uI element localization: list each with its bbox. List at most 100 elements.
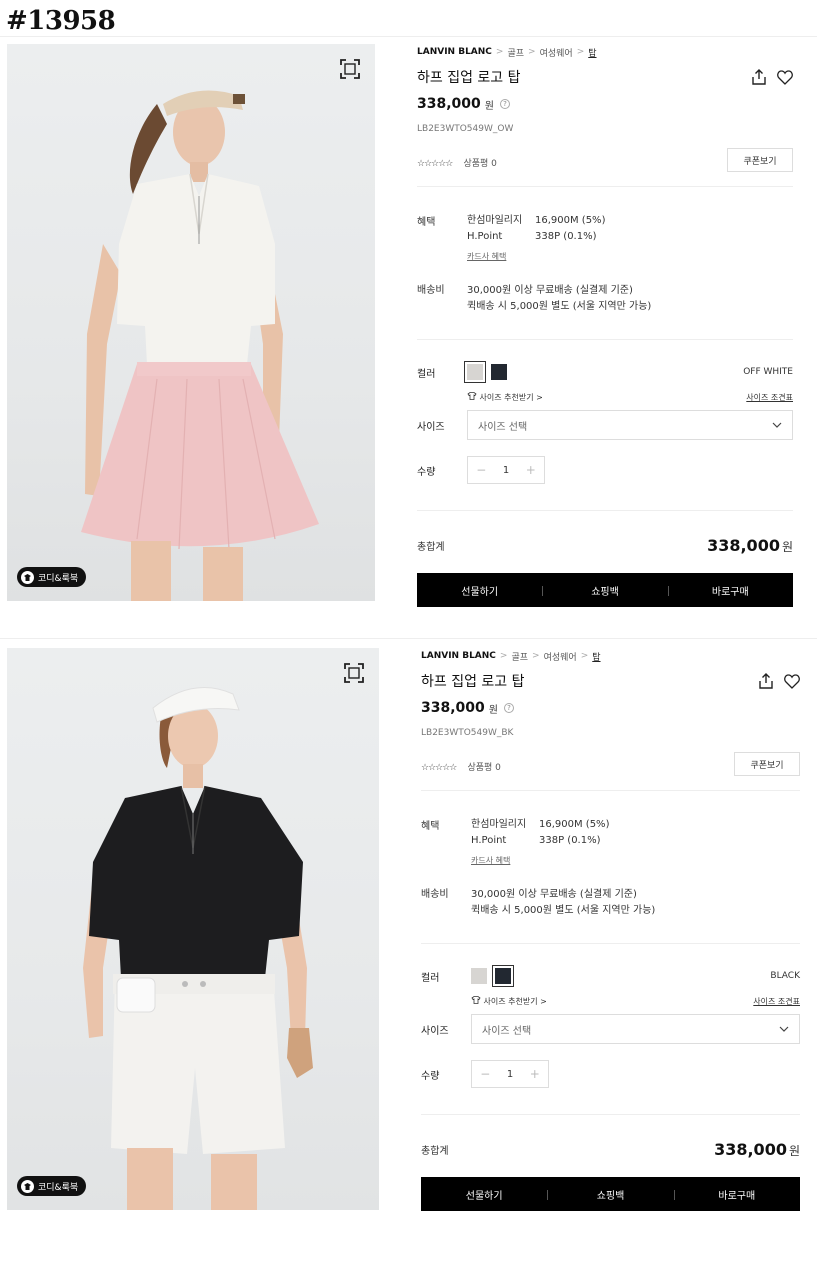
- shipping-section: 배송비 30,000원 이상 무료배송 (실결제 기준) 퀵배송 시 5,000…: [417, 283, 793, 315]
- divider: [421, 790, 800, 791]
- quantity-value: 1: [506, 1068, 514, 1080]
- color-swatch-black[interactable]: [491, 364, 507, 380]
- purchase-bar: 선물하기 쇼핑백 바로구매: [417, 573, 793, 607]
- shipping-line: 퀵배송 시 5,000원 별도 (서울 지역만 가능): [467, 301, 652, 312]
- quantity-stepper: − 1 +: [467, 456, 545, 484]
- divider: [417, 510, 793, 511]
- review-count[interactable]: 상품평 0: [463, 159, 496, 169]
- shipping-line: 30,000원 이상 무료배송 (실결제 기준): [471, 889, 637, 900]
- product-info: LANVIN BLANC > 골프 > 여성웨어 > 탑 하프 집업 로고 탑 …: [421, 648, 800, 1211]
- product-photo[interactable]: 코디&룩북: [7, 648, 379, 1210]
- heart-icon[interactable]: [777, 69, 793, 85]
- help-icon[interactable]: ?: [503, 703, 514, 713]
- coordination-icon: [21, 1179, 34, 1193]
- currency: 원: [484, 100, 494, 112]
- purchase-bar: 선물하기 쇼핑백 바로구매: [421, 1177, 800, 1211]
- benefit-key: H.Point: [467, 231, 503, 242]
- breadcrumb-item[interactable]: 탑: [588, 46, 596, 59]
- product-info: LANVIN BLANC > 골프 > 여성웨어 > 탑 하프 집업 로고 탑 …: [417, 44, 793, 607]
- total-price: 338,000: [707, 535, 780, 555]
- color-name: BLACK: [770, 971, 800, 981]
- shipping-section: 배송비 30,000원 이상 무료배송 (실결제 기준) 퀵배송 시 5,000…: [421, 887, 800, 919]
- color-swatch-offwhite[interactable]: [464, 361, 486, 383]
- benefit-label: 혜택: [417, 217, 436, 228]
- help-icon[interactable]: ?: [499, 99, 510, 109]
- zoom-icon[interactable]: [343, 662, 365, 684]
- breadcrumb-item[interactable]: 골프: [511, 650, 528, 663]
- benefit-value: 16,900M (5%): [535, 215, 606, 226]
- coordination-icon: [21, 570, 34, 584]
- tshirt-icon: [471, 996, 481, 1004]
- minus-button[interactable]: −: [480, 1067, 490, 1081]
- size-recommend-link[interactable]: 사이즈 추천받기 >: [467, 392, 543, 404]
- size-select-placeholder: 사이즈 선택: [478, 421, 528, 433]
- product-photo[interactable]: 코디&룩북: [7, 44, 375, 601]
- star-rating-icon: ☆☆☆☆☆: [421, 762, 457, 773]
- coordination-badge[interactable]: 코디&룩북: [17, 1176, 87, 1196]
- minus-button[interactable]: −: [476, 463, 486, 477]
- product-title: 하프 집업 로고 탑: [417, 70, 521, 86]
- card-benefit-link[interactable]: 카드사 혜택: [471, 853, 609, 869]
- chevron-right-icon: >: [495, 47, 504, 57]
- product-code: LB2E3WTO549W_OW: [417, 124, 514, 134]
- benefit-key: H.Point: [471, 835, 507, 846]
- breadcrumb-item[interactable]: 여성웨어: [540, 46, 573, 59]
- chevron-right-icon: >: [576, 47, 585, 57]
- benefit-key: 한섬마일리지: [471, 819, 527, 830]
- heart-icon[interactable]: [784, 673, 800, 689]
- color-swatch-black[interactable]: [492, 965, 514, 987]
- breadcrumb-item[interactable]: 여성웨어: [544, 650, 577, 663]
- breadcrumb-brand[interactable]: LANVIN BLANC: [417, 47, 492, 57]
- breadcrumb-item[interactable]: 탑: [592, 650, 600, 663]
- buy-now-button[interactable]: 바로구매: [673, 1187, 800, 1202]
- breadcrumb-brand[interactable]: LANVIN BLANC: [421, 651, 496, 661]
- total-label: 총합계: [421, 1145, 449, 1157]
- benefit-value: 338P (0.1%): [539, 835, 601, 846]
- quantity-value: 1: [502, 464, 510, 476]
- star-rating-icon: ☆☆☆☆☆: [417, 158, 453, 169]
- size-select[interactable]: 사이즈 선택: [467, 410, 793, 440]
- chevron-right-icon: >: [580, 651, 589, 661]
- plus-button[interactable]: +: [530, 1067, 540, 1081]
- chevron-down-icon: [779, 1026, 789, 1032]
- coordination-badge[interactable]: 코디&룩북: [17, 567, 87, 587]
- product-title: 하프 집업 로고 탑: [421, 674, 525, 690]
- zoom-icon[interactable]: [339, 58, 361, 80]
- product-panel: 코디&룩북 LANVIN BLANC > 골프 > 여성웨어 > 탑 하프 집업…: [0, 648, 817, 1248]
- size-guide-link[interactable]: 사이즈 조견표: [753, 996, 800, 1008]
- coupon-button[interactable]: 쿠폰보기: [727, 148, 793, 172]
- size-recommend-label: 사이즈 추천받기 >: [483, 997, 547, 1006]
- benefit-section: 혜택 한섬마일리지 16,900M (5%) H.Point 338P (0.1%)…: [417, 213, 793, 265]
- card-benefit-link[interactable]: 카드사 혜택: [467, 249, 605, 265]
- color-selector: 컬러 OFF WHITE: [417, 361, 793, 383]
- page-id: #13958: [6, 6, 116, 36]
- gift-button[interactable]: 선물하기: [421, 1187, 547, 1202]
- benefit-value: 16,900M (5%): [539, 819, 610, 830]
- share-icon[interactable]: [758, 673, 774, 689]
- chevron-right-icon: >: [499, 651, 508, 661]
- product-price: 338,000: [421, 700, 485, 716]
- gift-button[interactable]: 선물하기: [417, 583, 542, 598]
- shopping-bag-button[interactable]: 쇼핑백: [542, 583, 667, 598]
- currency: 원: [788, 1143, 800, 1158]
- coupon-button[interactable]: 쿠폰보기: [734, 752, 800, 776]
- total-label: 총합계: [417, 541, 445, 553]
- product-price: 338,000: [417, 96, 481, 112]
- share-icon[interactable]: [751, 69, 767, 85]
- size-recommend-link[interactable]: 사이즈 추천받기 >: [471, 996, 547, 1008]
- benefit-label: 혜택: [421, 821, 440, 832]
- breadcrumb-item[interactable]: 골프: [507, 46, 524, 59]
- divider: [0, 638, 817, 639]
- plus-button[interactable]: +: [526, 463, 536, 477]
- buy-now-button[interactable]: 바로구매: [667, 583, 793, 598]
- divider: [417, 186, 793, 187]
- color-swatch-offwhite[interactable]: [471, 968, 487, 984]
- size-guide-link[interactable]: 사이즈 조견표: [746, 392, 793, 404]
- chevron-right-icon: >: [532, 651, 540, 661]
- review-count[interactable]: 상품평 0: [467, 763, 500, 773]
- benefit-section: 혜택 한섬마일리지 16,900M (5%) H.Point 338P (0.1%)…: [421, 817, 800, 869]
- divider: [421, 1114, 800, 1115]
- quantity-label: 수량: [417, 466, 436, 478]
- size-select[interactable]: 사이즈 선택: [471, 1014, 800, 1044]
- shopping-bag-button[interactable]: 쇼핑백: [547, 1187, 673, 1202]
